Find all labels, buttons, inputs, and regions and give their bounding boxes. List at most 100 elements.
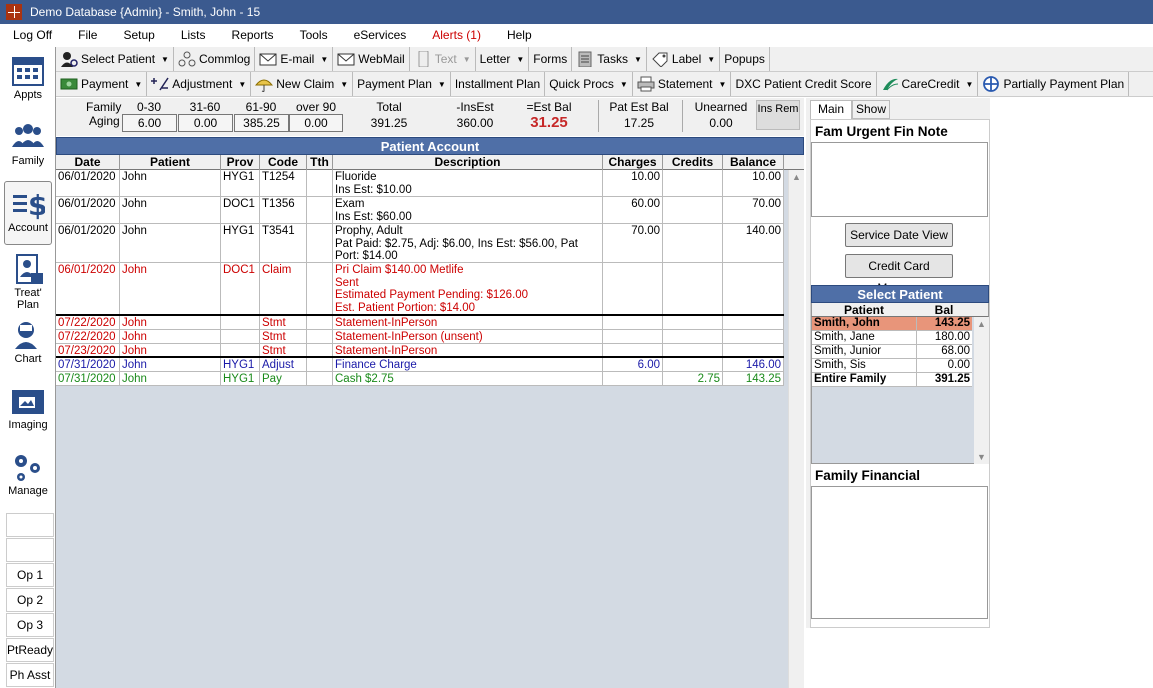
popups-button[interactable]: Popups — [720, 47, 770, 71]
menu-alerts-1[interactable]: Alerts (1) — [419, 28, 494, 42]
dropdown-arrow-icon[interactable]: ▼ — [161, 55, 169, 64]
column-header-code[interactable]: Code — [260, 155, 307, 170]
dxc-patient-credit-score-button[interactable]: DXC Patient Credit Score — [731, 72, 877, 96]
table-row[interactable]: 07/23/2020 John Stmt Statement-InPerson — [56, 344, 784, 358]
adjustment-button[interactable]: Adjustment ▼ — [147, 72, 252, 96]
column-header-prov[interactable]: Prov — [221, 155, 260, 170]
menu-log-off[interactable]: Log Off — [0, 28, 65, 42]
patient-row[interactable]: Entire Family 391.25 — [812, 373, 972, 387]
column-header-tth[interactable]: Tth — [307, 155, 333, 170]
tasks-button[interactable]: Tasks ▼ — [572, 47, 647, 71]
op-button-op-1[interactable]: Op 1 — [6, 563, 54, 587]
select-patient-icon — [60, 51, 78, 67]
table-row[interactable]: 06/01/2020 John DOC1 T1356 Exam Ins Est: $60.… — [56, 197, 784, 224]
credit-card-manage-button[interactable]: Credit Card Manage — [845, 254, 953, 295]
dropdown-arrow-icon[interactable]: ▼ — [634, 55, 642, 64]
dropdown-arrow-icon[interactable]: ▼ — [438, 80, 446, 89]
forms-button[interactable]: Forms — [529, 47, 573, 71]
op-button-empty[interactable] — [6, 538, 54, 562]
column-header-date[interactable]: Date — [56, 155, 120, 170]
op-button-op-2[interactable]: Op 2 — [6, 588, 54, 612]
module-account[interactable]: $ Account — [4, 181, 52, 245]
dropdown-arrow-icon[interactable]: ▼ — [620, 80, 628, 89]
partially-payment-plan-button[interactable]: Partially Payment Plan — [978, 72, 1130, 96]
dropdown-arrow-icon[interactable]: ▼ — [320, 55, 328, 64]
module-imaging[interactable]: Imaging — [4, 379, 52, 443]
installment-plan-button[interactable]: Installment Plan — [451, 72, 546, 96]
dropdown-arrow-icon[interactable]: ▼ — [134, 80, 142, 89]
new-claim-button[interactable]: New Claim ▼ — [251, 72, 354, 96]
patient-row[interactable]: Smith, Junior 68.00 — [812, 345, 972, 359]
op-button-ph-asst[interactable]: Ph Asst — [6, 663, 54, 687]
scroll-up-icon[interactable]: ▲ — [792, 172, 801, 182]
column-header-patient[interactable]: Patient — [120, 155, 221, 170]
dropdown-arrow-icon[interactable]: ▼ — [340, 80, 348, 89]
e-mail-button[interactable]: E-mail ▼ — [255, 47, 334, 71]
select-patient-button[interactable]: Select Patient ▼ — [56, 47, 174, 71]
patient-balance: 0.00 — [947, 359, 970, 371]
insest-label: -InsEst — [456, 100, 494, 114]
table-row[interactable]: 07/31/2020 John HYG1 Adjust Finance Charge 6.… — [56, 358, 784, 372]
table-row[interactable]: 06/01/2020 John HYG1 T3541 Prophy, Adult Pat … — [56, 224, 784, 263]
op-button-empty[interactable] — [6, 513, 54, 537]
patient-scrollbar[interactable]: ▲ ▼ — [974, 317, 989, 464]
carecredit-button[interactable]: CareCredit ▼ — [877, 72, 979, 96]
dropdown-arrow-icon[interactable]: ▼ — [966, 80, 974, 89]
quick-procs-button[interactable]: Quick Procs ▼ — [545, 72, 633, 96]
letter-button[interactable]: Letter ▼ — [476, 47, 530, 71]
dropdown-arrow-icon[interactable]: ▼ — [238, 80, 246, 89]
commlog-button[interactable]: Commlog — [174, 47, 256, 71]
tab-main[interactable]: Main — [810, 100, 852, 119]
scroll-down-icon[interactable]: ▼ — [977, 452, 986, 462]
module-manage[interactable]: Manage — [4, 445, 52, 509]
column-header-balance[interactable]: Balance — [723, 155, 784, 170]
dropdown-arrow-icon[interactable]: ▼ — [463, 55, 471, 64]
payment-button[interactable]: Payment ▼ — [56, 72, 148, 96]
module-appts[interactable]: Appts — [4, 49, 52, 113]
label-button[interactable]: Label ▼ — [647, 47, 721, 71]
cell-balance: 10.00 — [723, 170, 784, 196]
menu-lists[interactable]: Lists — [168, 28, 219, 42]
text-button[interactable]: Text ▼ — [410, 47, 476, 71]
table-row[interactable]: 06/01/2020 John HYG1 T1254 Fluoride Ins Est: … — [56, 170, 784, 197]
payment-plan-button[interactable]: Payment Plan ▼ — [353, 72, 451, 96]
dropdown-arrow-icon[interactable]: ▼ — [707, 55, 715, 64]
dropdown-arrow-icon[interactable]: ▼ — [719, 80, 727, 89]
patient-row[interactable]: Smith, John 143.25 — [812, 317, 972, 331]
patient-row[interactable]: Smith, Sis 0.00 — [812, 359, 972, 373]
patient-row[interactable]: Smith, Jane 180.00 — [812, 331, 972, 345]
aging-label: Aging — [89, 114, 120, 128]
table-row[interactable]: 07/22/2020 John Stmt Statement-InPerson (un… — [56, 330, 784, 344]
webmail-button[interactable]: WebMail — [333, 47, 410, 71]
module-chart[interactable]: Chart — [4, 313, 52, 377]
toolbar-label: Payment Plan — [357, 77, 432, 91]
table-row[interactable]: 06/01/2020 John DOC1 Claim Pri Claim $140.00… — [56, 263, 784, 316]
scroll-up-icon[interactable]: ▲ — [977, 319, 986, 329]
toolbar-label: E-mail — [280, 52, 315, 66]
dropdown-arrow-icon[interactable]: ▼ — [516, 55, 524, 64]
service-date-view-button[interactable]: Service Date View — [845, 223, 953, 247]
statement-button[interactable]: Statement ▼ — [633, 72, 732, 96]
column-header-desc[interactable]: Description — [333, 155, 603, 170]
select-patient-grid[interactable]: ▲ ▼ Smith, John 143.25 Smith, Jane 180.00 Sm… — [811, 317, 989, 464]
table-row[interactable]: 07/31/2020 John HYG1 Pay Cash $2.75 2.75 143.2… — [56, 372, 784, 386]
menu-eservices[interactable]: eServices — [341, 28, 420, 42]
family-financial-textbox[interactable] — [811, 486, 988, 619]
ins-rem-button[interactable]: Ins Rem — [756, 100, 800, 130]
column-header-credits[interactable]: Credits — [663, 155, 723, 170]
account-scrollbar[interactable]: ▲ — [788, 170, 804, 688]
menu-help[interactable]: Help — [494, 28, 545, 42]
op-button-ptready[interactable]: PtReady — [6, 638, 54, 662]
module-treat-plan[interactable]: Treat' Plan — [4, 247, 52, 311]
menu-file[interactable]: File — [65, 28, 110, 42]
account-grid[interactable]: ▲ 06/01/2020 John HYG1 T1254 Fluoride Ins Est… — [56, 170, 804, 688]
tab-show[interactable]: Show — [852, 100, 890, 119]
menu-setup[interactable]: Setup — [110, 28, 167, 42]
urgent-fin-note-textbox[interactable] — [811, 142, 988, 217]
module-family[interactable]: Family — [4, 115, 52, 179]
menu-reports[interactable]: Reports — [219, 28, 287, 42]
column-header-charges[interactable]: Charges — [603, 155, 663, 170]
menu-tools[interactable]: Tools — [287, 28, 341, 42]
table-row[interactable]: 07/22/2020 John Stmt Statement-InPerson — [56, 316, 784, 330]
op-button-op-3[interactable]: Op 3 — [6, 613, 54, 637]
